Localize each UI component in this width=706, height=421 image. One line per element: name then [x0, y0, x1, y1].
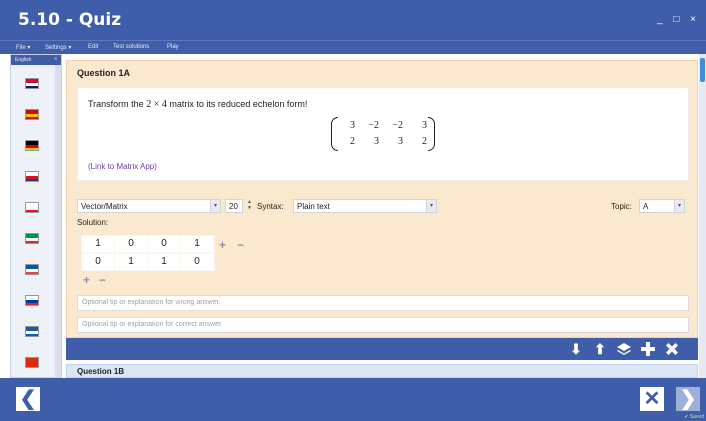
solution-cell[interactable]: 0: [82, 254, 114, 270]
italy-flag-icon[interactable]: [25, 233, 39, 244]
matrix-cell: 3: [422, 120, 427, 131]
size-stepper[interactable]: ▲ ▼: [246, 199, 253, 213]
greece-flag-icon[interactable]: [25, 326, 39, 337]
arrow-up-icon[interactable]: ⬆: [592, 341, 608, 357]
germany-flag-icon[interactable]: [25, 140, 39, 151]
spain-flag-icon[interactable]: [25, 109, 39, 120]
close-icon[interactable]: [664, 341, 680, 357]
plus-icon[interactable]: [640, 341, 656, 357]
saved-status: ✔ Saved: [684, 414, 704, 420]
close-quiz-button[interactable]: ✕: [640, 387, 664, 411]
remove-column-button[interactable]: −: [237, 239, 244, 251]
language-panel-header: English «: [11, 55, 61, 65]
question-editor: Question 1A Transform the 2 × 4 matrix t…: [64, 54, 700, 378]
uk-flag-icon[interactable]: [25, 78, 39, 89]
minimize-button[interactable]: _: [657, 14, 667, 25]
solution-cell[interactable]: 1: [82, 236, 114, 252]
matrix-cell: −2: [368, 120, 379, 131]
title-bar: 5.10 - Quiz _ □ ×: [0, 0, 706, 40]
menu-edit[interactable]: Edit: [88, 44, 98, 50]
matrix-cell: 3: [398, 136, 403, 147]
solution-matrix: 1 0 0 1 0 1 1 0: [81, 235, 215, 271]
answer-type-select[interactable]: Vector/Matrix ▾: [77, 199, 221, 213]
question-card: Question 1A Transform the 2 × 4 matrix t…: [66, 60, 698, 338]
arrow-down-icon[interactable]: ⬇: [568, 341, 584, 357]
collapse-panel-button[interactable]: «: [54, 56, 57, 62]
close-window-button[interactable]: ×: [690, 14, 700, 25]
question-title: Question 1B: [77, 367, 125, 376]
solution-label: Solution:: [77, 218, 109, 227]
matrix-cell: −2: [392, 120, 403, 131]
remove-row-button[interactable]: −: [99, 274, 106, 286]
language-panel: English «: [10, 54, 62, 378]
question-matrix: 3 −2 −2 3 2 3 3 2: [331, 117, 435, 151]
wrong-answer-tip-input[interactable]: Optional tip or explanation for wrong an…: [77, 295, 689, 311]
solution-cell[interactable]: 1: [181, 236, 213, 252]
menu-file[interactable]: File ▾: [16, 44, 30, 51]
language-scrollbar[interactable]: [55, 65, 61, 377]
matrix-dimensions: 2 × 4: [146, 99, 167, 110]
question-text: Transform the 2 × 4 matrix to its reduce…: [88, 99, 308, 110]
matrix-cell: 3: [374, 136, 379, 147]
topic-label: Topic:: [611, 202, 632, 211]
scrollbar-thumb[interactable]: [700, 58, 705, 82]
add-row-button[interactable]: +: [83, 274, 90, 286]
bottom-bar: ❮ ✕ ❯ ✔ Saved: [0, 378, 706, 421]
chevron-down-icon: ▾: [210, 200, 220, 212]
menu-bar: File ▾ Settings ▾ Edit Test solutions Pl…: [0, 40, 706, 54]
menu-play[interactable]: Play: [167, 44, 179, 50]
window-title: 5.10 - Quiz: [18, 10, 122, 30]
chevron-down-icon: ▾: [426, 200, 436, 212]
matrix-cell: 2: [422, 136, 427, 147]
china-flag-icon[interactable]: [25, 357, 39, 368]
solution-cell[interactable]: 0: [115, 236, 147, 252]
question-body[interactable]: Transform the 2 × 4 matrix to its reduce…: [77, 87, 689, 181]
solution-cell[interactable]: 1: [148, 254, 180, 270]
chevron-down-icon: ▾: [674, 200, 684, 212]
poland-flag-icon[interactable]: [25, 202, 39, 213]
maximize-button[interactable]: □: [673, 14, 683, 25]
syntax-select[interactable]: Plain text ▾: [293, 199, 437, 213]
solution-cell[interactable]: 0: [181, 254, 213, 270]
size-input[interactable]: 20: [225, 199, 243, 213]
content-scrollbar[interactable]: [699, 54, 706, 378]
next-button[interactable]: ❯: [676, 387, 700, 411]
matrix-app-link[interactable]: (Link to Matrix App): [88, 162, 157, 171]
add-column-button[interactable]: +: [219, 239, 226, 251]
france-flag-icon[interactable]: [25, 264, 39, 275]
question-title: Question 1A: [77, 68, 131, 78]
syntax-label: Syntax:: [257, 202, 284, 211]
menu-settings[interactable]: Settings ▾: [45, 44, 71, 51]
window-controls: _ □ ×: [657, 14, 700, 25]
menu-test-solutions[interactable]: Test solutions: [113, 44, 149, 50]
language-label: English: [15, 57, 32, 63]
correct-answer-tip-input[interactable]: Optional tip or explanation for correct …: [77, 317, 689, 333]
back-button[interactable]: ❮: [16, 387, 40, 411]
czech-flag-icon[interactable]: [25, 171, 39, 182]
solution-cell[interactable]: 1: [115, 254, 147, 270]
matrix-cell: 3: [350, 120, 355, 131]
matrix-cell: 2: [350, 136, 355, 147]
topic-select[interactable]: A ▾: [639, 199, 685, 213]
right-paren: [428, 117, 435, 151]
layers-icon[interactable]: [616, 341, 632, 357]
russia-flag-icon[interactable]: [25, 295, 39, 306]
question-toolbar: ⬇ ⬆: [66, 338, 698, 360]
solution-cell[interactable]: 0: [148, 236, 180, 252]
question-card-next[interactable]: Question 1B: [66, 364, 698, 378]
